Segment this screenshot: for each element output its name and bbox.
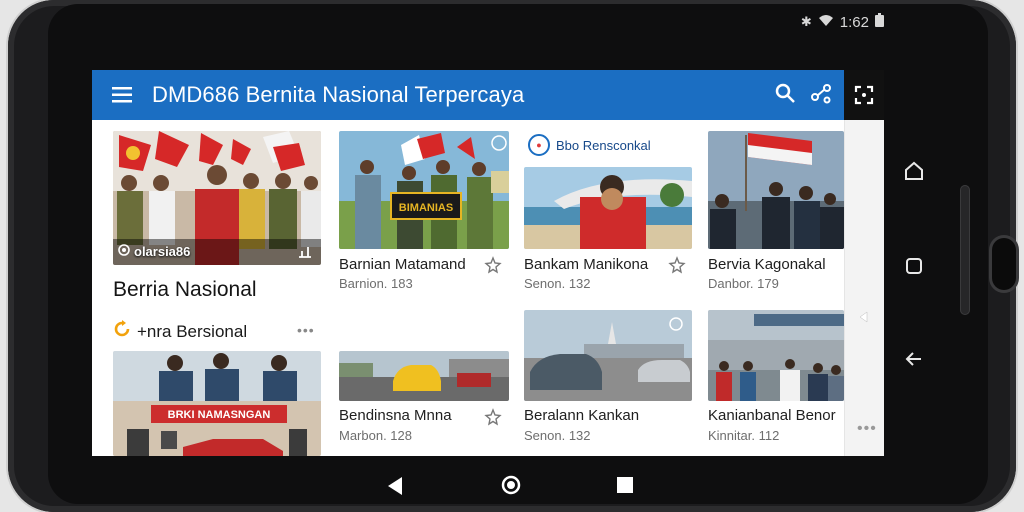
circle-home-icon	[501, 475, 521, 495]
camera-lens	[992, 238, 1016, 290]
share-button[interactable]	[810, 82, 832, 109]
bluetooth-icon: ✱	[800, 14, 812, 29]
section-subheading-text: +nra Bersional	[137, 321, 248, 341]
featured-overlay-text: olarsia86	[134, 244, 191, 259]
side-navigation	[888, 70, 940, 450]
battery-icon	[875, 13, 884, 31]
bookmark-button[interactable]	[484, 256, 502, 274]
hero-sign-text: BIMANIAS	[399, 202, 453, 214]
search-icon	[775, 83, 795, 103]
card-meta: Danbor. 179	[708, 276, 779, 291]
card-photo	[708, 131, 844, 249]
nav-back-button[interactable]	[386, 476, 404, 501]
bookmark-button[interactable]	[668, 256, 686, 274]
card-meta: Barnion. 183	[339, 276, 413, 291]
card-thumbnail[interactable]: BIMANIAS	[339, 131, 509, 249]
collapse-handle[interactable]	[857, 310, 871, 329]
bookmark-button[interactable]	[484, 408, 502, 426]
volume-buttons	[960, 185, 970, 315]
square-icon	[906, 258, 922, 274]
app-bar-extension	[844, 70, 884, 120]
card-photo: BIMANIAS	[339, 131, 509, 249]
app-title: DMD686 Bernita Nasional Terpercaya	[152, 82, 525, 107]
menu-button[interactable]	[92, 87, 152, 103]
brand-row: ● Bbo Rensconkal	[528, 134, 651, 156]
section-subheading: +nra Bersional	[113, 320, 247, 343]
share-icon	[811, 83, 831, 103]
wifi-icon	[818, 14, 834, 31]
bottom-navigation	[380, 470, 640, 500]
card-meta: Senon. 132	[524, 428, 591, 443]
lower-sign-text: BRKI NAMASNGAN	[168, 409, 271, 421]
card-meta: Senon. 132	[524, 276, 591, 291]
section-more-icon[interactable]: •••	[297, 322, 315, 338]
brand-logo-icon: ●	[528, 134, 550, 156]
caret-left-icon	[859, 311, 868, 323]
home-icon	[905, 161, 923, 180]
card-title[interactable]: Beralann Kankan	[524, 407, 639, 424]
rail-more-icon[interactable]: •••	[857, 420, 877, 438]
home-button[interactable]	[888, 160, 940, 182]
card-title[interactable]: Bervia Kagonakal	[708, 256, 826, 273]
star-outline-icon	[484, 408, 502, 426]
triangle-back-icon	[388, 477, 402, 495]
card-photo	[339, 351, 509, 401]
app-screen: DMD686 Bernita Nasional Terpercaya ••• o…	[92, 70, 884, 456]
expand-icon	[854, 85, 874, 105]
record-icon	[118, 244, 130, 259]
square-recents-icon	[617, 477, 633, 493]
featured-share-icon[interactable]	[298, 244, 312, 263]
card-title[interactable]: Bankam Manikona	[524, 256, 648, 273]
star-outline-icon	[668, 256, 686, 274]
status-bar: ✱ 1:62	[801, 12, 884, 32]
card-thumbnail[interactable]	[524, 310, 692, 401]
app-bar-actions	[774, 70, 844, 120]
back-button[interactable]	[888, 348, 940, 370]
card-meta: Kinnitar. 112	[708, 428, 780, 443]
status-time: 1:62	[839, 13, 869, 31]
nav-recents-button[interactable]	[616, 476, 634, 499]
app-bar: DMD686 Bernita Nasional Terpercaya	[92, 70, 844, 120]
search-button[interactable]	[774, 82, 796, 109]
fullscreen-button[interactable]	[853, 84, 875, 111]
card-meta: Marbon. 128	[339, 428, 412, 443]
card-thumbnail[interactable]: BRKI NAMASNGAN	[113, 351, 321, 456]
card-photo	[708, 310, 844, 401]
card-title[interactable]: Kanianbanal Benor	[708, 407, 836, 424]
card-photo	[524, 167, 692, 249]
card-thumbnail[interactable]	[339, 351, 509, 401]
nav-home-button[interactable]	[500, 474, 522, 501]
card-thumbnail[interactable]	[708, 131, 844, 249]
star-outline-icon	[484, 256, 502, 274]
card-thumbnail[interactable]	[708, 310, 844, 401]
hamburger-icon	[112, 87, 132, 103]
recents-button[interactable]	[888, 255, 940, 277]
scroll-rail[interactable]: •••	[844, 120, 884, 456]
card-title[interactable]: Barnian Matamand	[339, 256, 466, 273]
back-arrow-icon	[905, 352, 921, 366]
refresh-icon	[113, 320, 131, 343]
section-heading: Berria Nasional	[113, 278, 257, 301]
card-photo: BRKI NAMASNGAN	[113, 351, 321, 456]
card-title[interactable]: Bendinsna Mnna	[339, 407, 452, 424]
brand-name: Bbo Rensconkal	[556, 137, 651, 153]
card-photo	[524, 310, 692, 401]
featured-overlay-label: olarsia86	[118, 244, 190, 259]
card-thumbnail[interactable]	[524, 167, 692, 249]
